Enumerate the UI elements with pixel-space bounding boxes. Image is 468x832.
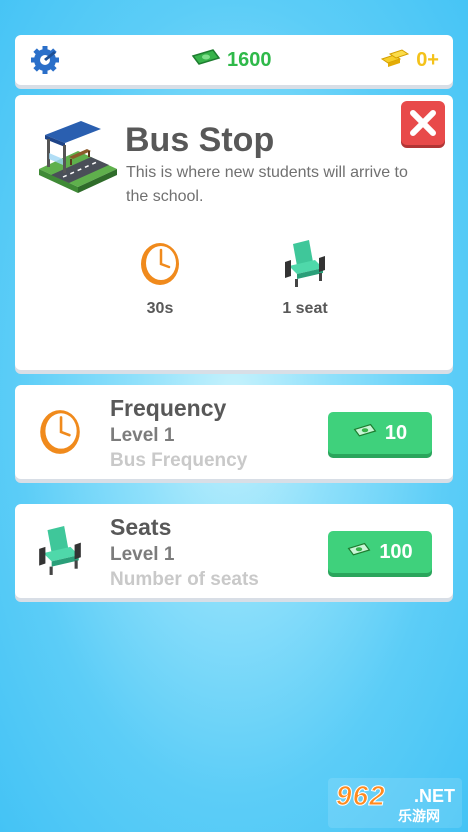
seat-icon bbox=[35, 526, 85, 576]
upgrade-subtitle: Number of seats bbox=[110, 569, 259, 590]
bus-stop-icon bbox=[33, 117, 123, 193]
close-button[interactable] bbox=[401, 101, 445, 145]
buy-seats-button[interactable]: 100 bbox=[328, 531, 432, 573]
upgrade-title: Frequency bbox=[110, 395, 227, 421]
stat-seats-label: 1 seat bbox=[282, 300, 328, 317]
watermark-net: .NET bbox=[414, 786, 456, 806]
upgrade-subtitle: Bus Frequency bbox=[110, 450, 248, 471]
stat-duration: 30s bbox=[120, 240, 200, 318]
bus-stop-info-card: Bus Stop This is where new students will… bbox=[15, 95, 453, 370]
cash-icon bbox=[347, 542, 371, 563]
cash-icon bbox=[353, 423, 377, 444]
watermark-logo: 962 .NET 乐游网 bbox=[328, 778, 462, 828]
gold-counter[interactable]: 0+ bbox=[380, 47, 439, 73]
upgrade-level: Level 1 bbox=[110, 544, 175, 565]
money-counter: 1600 bbox=[191, 47, 272, 73]
info-title: Bus Stop bbox=[125, 121, 275, 159]
gold-bars-icon bbox=[380, 47, 410, 74]
upgrade-level: Level 1 bbox=[110, 425, 175, 446]
watermark-sub: 乐游网 bbox=[398, 808, 440, 824]
settings-gear-icon[interactable] bbox=[29, 45, 61, 75]
upgrade-title: Seats bbox=[110, 514, 172, 540]
upgrade-seats-card: Seats Level 1 Number of seats 100 bbox=[15, 504, 453, 598]
info-description: This is where new students will arrive t… bbox=[126, 164, 408, 205]
clock-icon bbox=[136, 240, 184, 288]
cash-icon bbox=[191, 48, 221, 73]
top-bar: 1600 0+ bbox=[15, 35, 453, 85]
buy-frequency-button[interactable]: 10 bbox=[328, 412, 432, 454]
close-icon bbox=[410, 110, 436, 136]
buy-price: 10 bbox=[384, 421, 408, 444]
buy-price: 100 bbox=[379, 540, 413, 563]
watermark-brand: 962 bbox=[336, 780, 386, 812]
clock-icon bbox=[35, 407, 85, 457]
stat-duration-label: 30s bbox=[146, 300, 174, 317]
stat-seats: 1 seat bbox=[265, 240, 345, 318]
upgrade-frequency-card: Frequency Level 1 Bus Frequency 10 bbox=[15, 385, 453, 479]
seat-icon bbox=[281, 240, 329, 288]
money-value: 1600 bbox=[227, 48, 272, 71]
gold-value: 0+ bbox=[416, 48, 439, 71]
